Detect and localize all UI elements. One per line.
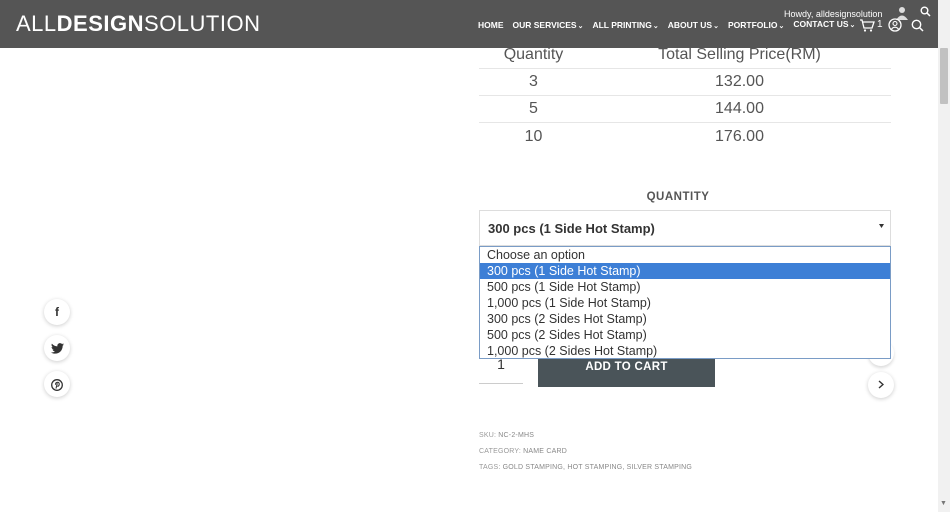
site-logo[interactable]: ALLDESIGNSOLUTION (16, 11, 260, 37)
logo-text-solution: SOLUTION (144, 11, 261, 36)
cell-quantity: 5 (529, 100, 538, 117)
cell-quantity: 10 (524, 127, 543, 145)
logo-text-all: ALL (16, 11, 57, 36)
cell-quantity: 3 (529, 73, 538, 90)
chevron-down-icon: ⌄ (652, 23, 659, 30)
search-icon[interactable] (911, 19, 924, 35)
cell-price: 132.00 (715, 73, 764, 90)
share-facebook-button[interactable]: f (44, 299, 70, 325)
quantity-input[interactable]: 1 (479, 356, 523, 384)
chevron-down-icon: ⌄ (778, 23, 785, 30)
twitter-icon (50, 341, 64, 355)
scrollbar[interactable]: ▼ (938, 0, 950, 512)
column-header-quantity: Quantity (503, 46, 564, 63)
sku-label: SKU: (479, 432, 497, 439)
dropdown-option[interactable]: 1,000 pcs (1 Side Hot Stamp) (480, 295, 890, 311)
chevron-right-icon (878, 378, 885, 392)
chevron-down-icon: ⌄ (713, 23, 719, 30)
nav-home[interactable]: HOME (478, 20, 504, 30)
chevron-down-icon: ⌄ (577, 23, 584, 30)
dropdown-option-selected[interactable]: 300 pcs (1 Side Hot Stamp) (480, 263, 890, 279)
tags-label: TAGS: (479, 464, 501, 471)
dropdown-option[interactable]: 1,000 pcs (2 Sides Hot Stamp) (480, 343, 890, 359)
scrollbar-thumb[interactable] (940, 48, 948, 104)
dropdown-arrow-icon (879, 223, 884, 230)
product-category: CATEGORY: NAME CARD (479, 448, 567, 455)
nav-all-printing[interactable]: ALL PRINTING⌄ (592, 20, 658, 30)
quantity-select-value: 300 pcs (1 Side Hot Stamp) (488, 221, 655, 236)
category-label: CATEGORY: (479, 448, 521, 455)
pinterest-icon (51, 377, 63, 391)
chevron-down-icon: ⌄ (849, 22, 856, 29)
category-link[interactable]: NAME CARD (523, 448, 567, 455)
next-product-button[interactable] (868, 372, 894, 398)
main-nav: HOME OUR SERVICES⌄ ALL PRINTING⌄ ABOUT U… (478, 19, 864, 30)
nav-about-us[interactable]: ABOUT US⌄ (668, 20, 719, 30)
dropdown-option[interactable]: 300 pcs (2 Sides Hot Stamp) (480, 311, 890, 327)
user-greeting[interactable]: Howdy, alldesignsolution (784, 9, 882, 19)
site-header: ALLDESIGNSOLUTION HOME OUR SERVICES⌄ ALL… (0, 0, 938, 48)
scroll-down-arrow-icon[interactable]: ▼ (940, 500, 947, 507)
cell-price: 176.00 (715, 127, 764, 145)
table-header-row: Quantity Total Selling Price(RM) (479, 42, 891, 69)
sku-value: NC-2-MHS (498, 432, 535, 439)
nav-contact-us[interactable]: CONTACT US⌄ (793, 19, 855, 29)
product-sku: SKU: NC-2-MHS (479, 432, 534, 439)
dropdown-option[interactable]: 500 pcs (1 Side Hot Stamp) (480, 279, 890, 295)
quantity-select[interactable]: 300 pcs (1 Side Hot Stamp) (479, 210, 891, 246)
cell-price: 144.00 (715, 100, 764, 117)
page: ALLDESIGNSOLUTION HOME OUR SERVICES⌄ ALL… (0, 0, 950, 512)
quantity-label: QUANTITY (646, 191, 710, 203)
quantity-dropdown-list: Choose an option 300 pcs (1 Side Hot Sta… (479, 246, 891, 359)
table-row: 10 176.00 (479, 123, 891, 150)
account-icon[interactable] (888, 18, 902, 35)
share-twitter-button[interactable] (44, 335, 70, 361)
share-pinterest-button[interactable] (44, 371, 70, 397)
facebook-icon: f (55, 305, 59, 319)
search-icon[interactable] (920, 6, 931, 20)
cart-icon[interactable] (859, 19, 875, 35)
cart-count: 1 (877, 19, 883, 30)
nav-portfolio[interactable]: PORTFOLIO⌄ (728, 20, 784, 30)
logo-text-design: DESIGN (56, 11, 145, 36)
column-header-price: Total Selling Price(RM) (658, 46, 821, 63)
price-table: Quantity Total Selling Price(RM) 3 132.0… (479, 42, 891, 150)
tags-links[interactable]: GOLD STAMPING, HOT STAMPING, SILVER STAM… (503, 464, 692, 471)
dropdown-option[interactable]: 500 pcs (2 Sides Hot Stamp) (480, 327, 890, 343)
nav-our-services[interactable]: OUR SERVICES⌄ (513, 20, 584, 30)
table-row: 3 132.00 (479, 69, 891, 96)
table-row: 5 144.00 (479, 96, 891, 123)
product-tags: TAGS: GOLD STAMPING, HOT STAMPING, SILVE… (479, 464, 692, 471)
dropdown-option[interactable]: Choose an option (480, 247, 890, 263)
